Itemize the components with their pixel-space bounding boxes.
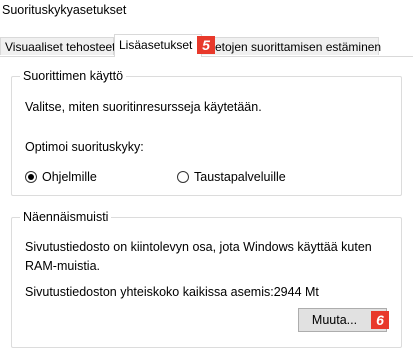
paging-file-description-line1: Sivutustiedosto on kiintolevyn osa, jota… [25,240,372,254]
radio-selected-indicator [25,171,37,183]
tab-divider [0,56,413,57]
step-badge-5: 5 [197,36,215,54]
window-title: Suorituskykyasetukset [2,3,127,17]
total-size-label: Sivutustiedoston yhteiskoko kaikissa ase… [25,285,274,299]
tab-visual-effects[interactable]: Visuaaliset tehosteet [0,37,116,55]
tab-data-execution-prevention[interactable]: etojen suorittamisen estäminen [201,37,382,55]
group-legend: Suorittimen käyttö [20,68,127,84]
tab-label: Lisäasetukset [119,38,193,52]
change-button-label: Muuta... [311,313,358,327]
processor-description: Valitse, miten suoritinresursseja käytet… [25,100,262,114]
radio-background-services[interactable]: Taustapalveluille [177,169,286,185]
step-badge-6: 6 [371,311,389,329]
radio-programs[interactable]: Ohjelmille [25,169,97,185]
paging-file-total-size: Sivutustiedoston yhteiskoko kaikissa ase… [25,284,319,300]
tab-label: etojen suorittamisen estäminen [215,40,382,54]
radio-unselected-indicator [177,171,189,183]
tab-label: Visuaaliset tehosteet [5,40,116,54]
radio-label: Taustapalveluille [194,170,286,184]
performance-options-window: Suorituskykyasetukset Visuaaliset tehost… [0,0,413,364]
tab-advanced[interactable]: Lisäasetukset [114,34,202,57]
group-legend: Näennäismuisti [20,209,112,225]
processor-scheduling-group: Suorittimen käyttö Valitse, miten suorit… [11,68,402,196]
radio-label: Ohjelmille [42,170,97,184]
total-size-value: 2944 Mt [273,285,319,299]
paging-file-description-line2: RAM-muistia. [25,259,101,273]
optimize-label: Optimoi suorituskyky: [25,140,144,154]
virtual-memory-group: Näennäismuisti Sivutustiedosto on kiinto… [11,209,402,348]
